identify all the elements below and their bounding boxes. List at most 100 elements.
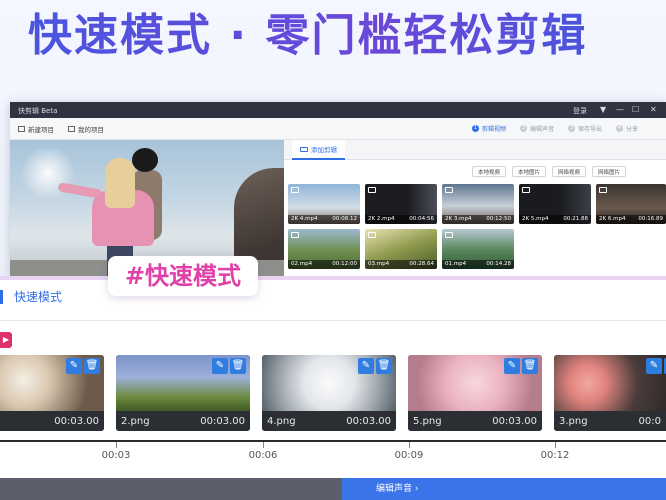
clip-name: 4.png — [267, 415, 296, 427]
timeline-clip[interactable]: ✎ 🗑 4.png 00:03.00 — [262, 355, 396, 431]
media-name: 2K 4.mp4 — [291, 216, 318, 222]
timeline-tick — [263, 442, 264, 448]
tab-add-clip-label: 添加剪辑 — [311, 146, 337, 154]
edit-icon[interactable]: ✎ — [504, 358, 520, 374]
edit-icon[interactable]: ✎ — [646, 358, 662, 374]
title-bar: 快剪辑 Beta 登录 ▼ — ☐ ✕ — [10, 102, 666, 118]
step-indicator: 1 剪辑视频 2 编辑声音 3 保存导出 4 分享 — [472, 124, 638, 133]
media-name: 02.mp4 — [291, 261, 313, 267]
media-item[interactable]: 01.mp4 00:14.28 — [442, 229, 514, 269]
checkbox-icon — [291, 232, 299, 238]
mode-accent-bar — [0, 290, 3, 304]
clip-name: 5.png — [413, 415, 442, 427]
step-3-number: 3 — [568, 125, 576, 132]
media-name: 2K 6.mp4 — [599, 216, 626, 222]
minimize-icon[interactable]: — — [616, 105, 624, 114]
clip-name: 2.png — [121, 415, 150, 427]
play-icon[interactable]: ▶ — [0, 332, 12, 348]
app-title: 快剪辑 Beta — [18, 107, 58, 115]
tab-add-clip[interactable]: 添加剪辑 — [292, 140, 345, 160]
media-duration: 00:16.89 — [638, 216, 663, 222]
media-duration: 00:08.12 — [332, 216, 357, 222]
media-name: 01.mp4 — [445, 261, 467, 267]
timeline-clip[interactable]: ✎ 🗑 3.png00:0 — [554, 355, 666, 431]
folder-icon — [68, 126, 75, 132]
bottom-bar-left — [0, 478, 342, 500]
step-1-label: 剪辑视频 — [482, 126, 507, 133]
web-image-button[interactable]: 网络图片 — [592, 166, 627, 177]
web-video-button[interactable]: 网络视频 — [552, 166, 587, 177]
next-edit-audio-button[interactable]: 编辑声音 › — [342, 478, 666, 500]
step-3[interactable]: 3 保存导出 — [568, 124, 602, 133]
close-icon[interactable]: ✕ — [650, 105, 657, 114]
timeline-clip[interactable]: ✎ 🗑 5.png 00:03.00 — [408, 355, 542, 431]
toolbar: 新建项目 我的项目 1 剪辑视频 2 编辑声音 3 保存导出 4 分享 — [10, 118, 666, 140]
step-1[interactable]: 1 剪辑视频 — [472, 124, 506, 133]
login-button[interactable]: 登录 — [573, 106, 587, 116]
step-1-number: 1 — [472, 125, 479, 132]
media-item[interactable]: 2K 3.mp4 00:12:50 — [442, 184, 514, 224]
video-icon — [300, 146, 308, 152]
step-4[interactable]: 4 分享 — [616, 124, 638, 133]
checkbox-icon — [368, 187, 376, 193]
step-2[interactable]: 2 编辑声音 — [520, 124, 554, 133]
edit-icon[interactable]: ✎ — [212, 358, 228, 374]
checkbox-icon — [368, 232, 376, 238]
media-duration: 00:04:56 — [409, 216, 434, 222]
timeline-clip[interactable]: ✎ 🗑 2.png 00:03.00 — [116, 355, 250, 431]
clip-duration: 00:03.00 — [54, 415, 99, 427]
media-item[interactable]: 2K 5.mp4 00:21.88 — [519, 184, 591, 224]
timeline-clip[interactable]: ✎ 🗑 00:03.00 — [0, 355, 104, 431]
step-4-number: 4 — [616, 125, 624, 132]
clip-duration: 00:03.00 — [492, 415, 537, 427]
media-name: 2K 5.mp4 — [522, 216, 549, 222]
media-item[interactable]: 2K 6.mp4 00:16.89 — [596, 184, 666, 224]
new-project-label: 新建项目 — [28, 126, 54, 134]
new-project-button[interactable]: 新建项目 — [18, 124, 54, 134]
delete-icon[interactable]: 🗑 — [376, 358, 392, 374]
step-4-label: 分享 — [626, 126, 639, 133]
checkbox-icon — [291, 187, 299, 193]
checkbox-icon — [445, 232, 453, 238]
checkbox-icon — [445, 187, 453, 193]
timeline-tick — [116, 442, 117, 448]
my-projects-label: 我的项目 — [78, 126, 104, 134]
menu-icon[interactable]: ▼ — [600, 105, 606, 114]
step-3-label: 保存导出 — [578, 126, 603, 133]
maximize-icon[interactable]: ☐ — [632, 105, 639, 114]
clip-duration: 00:0 — [638, 415, 661, 427]
media-item[interactable]: 2K 4.mp4 00:08.12 — [288, 184, 360, 224]
clip-name: 3.png — [559, 415, 588, 427]
clip-duration: 00:03.00 — [200, 415, 245, 427]
delete-icon[interactable]: 🗑 — [230, 358, 246, 374]
media-name: 2K 3.mp4 — [445, 216, 472, 222]
delete-icon[interactable]: 🗑 — [84, 358, 100, 374]
media-duration: 00:14.28 — [486, 261, 511, 267]
headline: 快速模式 · 零门槛轻松剪辑 — [28, 6, 666, 66]
media-tab-bar: 添加剪辑 — [284, 140, 666, 160]
timeline-track[interactable] — [0, 440, 666, 442]
timeline-label: 00:03 — [101, 450, 131, 461]
timeline-tick — [555, 442, 556, 448]
step-2-number: 2 — [520, 125, 528, 132]
delete-icon[interactable]: 🗑 — [522, 358, 538, 374]
quick-mode-hashtag: #快速模式 — [108, 256, 258, 296]
media-item[interactable]: 03.mp4 00:28.64 — [365, 229, 437, 269]
media-item[interactable]: 2K 2.mp4 00:04:56 — [365, 184, 437, 224]
clip-duration: 00:03.00 — [346, 415, 391, 427]
media-name: 2K 2.mp4 — [368, 216, 395, 222]
step-2-label: 编辑声音 — [530, 126, 555, 133]
edit-icon[interactable]: ✎ — [358, 358, 374, 374]
local-image-button[interactable]: 本地图片 — [512, 166, 547, 177]
timeline-label: 00:09 — [394, 450, 424, 461]
local-video-button[interactable]: 本地视频 — [472, 166, 507, 177]
media-duration: 00:12:00 — [332, 261, 357, 267]
edit-icon[interactable]: ✎ — [66, 358, 82, 374]
source-buttons: 本地视频 本地图片 网络视频 网络图片 — [472, 166, 627, 177]
my-projects-button[interactable]: 我的项目 — [68, 124, 104, 134]
media-duration: 00:12:50 — [486, 216, 511, 222]
media-item[interactable]: 02.mp4 00:12:00 — [288, 229, 360, 269]
quick-mode-editor: 快速模式 ▶ ✎ 🗑 00:03.00 ✎ 🗑 2.png 00:03.00 ✎ … — [0, 276, 666, 500]
checkbox-icon — [522, 187, 530, 193]
media-duration: 00:21.88 — [563, 216, 588, 222]
